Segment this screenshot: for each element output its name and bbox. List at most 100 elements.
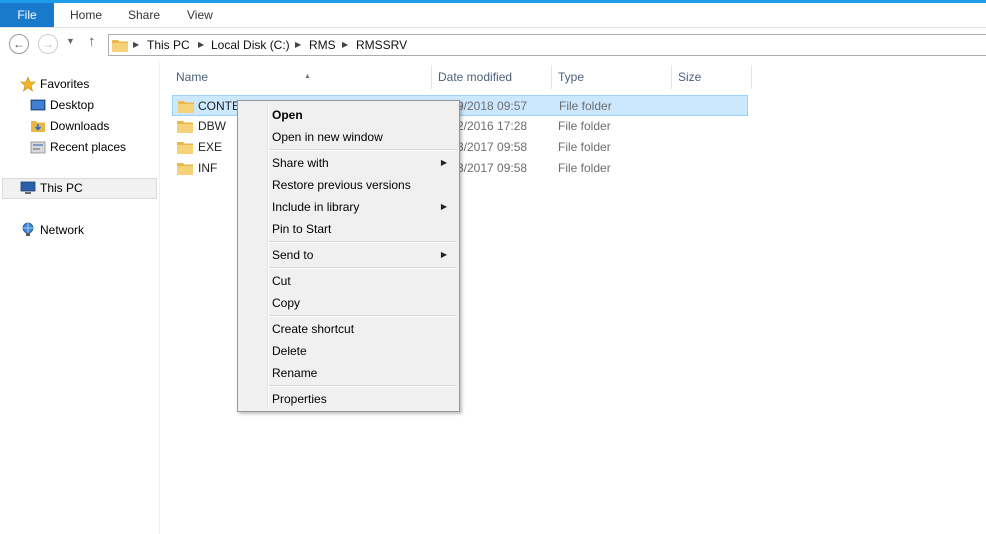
- arrow-up-icon: ↑: [88, 33, 96, 50]
- recent-places-icon: [30, 141, 46, 154]
- menu-item-label: Rename: [272, 366, 318, 380]
- tab-view[interactable]: View: [175, 3, 225, 27]
- column-header-size[interactable]: Size: [672, 65, 752, 89]
- folder-icon: [177, 121, 193, 133]
- file-name: CONTE: [198, 99, 240, 113]
- menu-item-pin-to-start[interactable]: Pin to Start: [240, 218, 457, 240]
- network-icon: [22, 222, 34, 236]
- menu-item-rename[interactable]: Rename: [240, 362, 457, 384]
- nav-downloads[interactable]: Downloads: [30, 116, 150, 136]
- menu-item-label: Include in library: [272, 200, 360, 214]
- tab-home[interactable]: Home: [58, 3, 114, 27]
- folder-icon: [177, 163, 193, 175]
- column-header-size-label: Size: [678, 70, 702, 84]
- file-date-modified: 9/2018 09:57: [457, 99, 528, 113]
- breadcrumb-rmssrv[interactable]: RMSSRV: [356, 35, 407, 55]
- breadcrumb-local-disk[interactable]: Local Disk (C:): [211, 35, 290, 55]
- menu-item-label: Open: [272, 108, 303, 122]
- context-menu: Open Open in new window Share with ▶ Res…: [237, 100, 460, 412]
- column-header-name[interactable]: Name ▲: [170, 65, 432, 89]
- arrow-right-icon: →: [42, 37, 54, 51]
- menu-separator: [269, 385, 457, 387]
- star-icon: [20, 76, 36, 92]
- folder-icon: [177, 142, 193, 154]
- submenu-arrow-icon: ▶: [440, 158, 447, 167]
- breadcrumb-separator-icon[interactable]: ▶: [295, 35, 301, 55]
- submenu-arrow-icon: ▶: [440, 202, 447, 211]
- menu-item-share-with[interactable]: Share with ▶: [240, 152, 457, 174]
- navigation-bar: ← → ▼ ↑ ▶ This PC ▶ Local Disk (C:) ▶ RM…: [0, 28, 986, 62]
- file-name: INF: [198, 161, 218, 175]
- back-button[interactable]: ←: [9, 34, 29, 54]
- column-header-name-label: Name: [176, 70, 209, 84]
- menu-item-copy[interactable]: Copy: [240, 292, 457, 314]
- nav-network[interactable]: Network: [20, 220, 150, 240]
- downloads-icon: [31, 121, 45, 132]
- menu-item-open-in-new-window[interactable]: Open in new window: [240, 126, 457, 148]
- file-type: File folder: [558, 119, 611, 133]
- file-date-modified: 2/2016 17:28: [457, 119, 528, 133]
- file-name: DBW: [198, 119, 226, 133]
- nav-this-pc[interactable]: This PC: [20, 178, 150, 198]
- breadcrumb-separator-icon[interactable]: ▶: [133, 35, 139, 55]
- menu-item-label: Cut: [272, 274, 291, 288]
- file-name: EXE: [198, 140, 223, 154]
- menu-item-send-to[interactable]: Send to ▶: [240, 244, 457, 266]
- nav-desktop[interactable]: Desktop: [30, 95, 150, 115]
- address-bar[interactable]: ▶ This PC ▶ Local Disk (C:) ▶ RMS ▶ RMSS…: [108, 34, 986, 56]
- menu-item-restore-previous-versions[interactable]: Restore previous versions: [240, 174, 457, 196]
- column-header-date-label: Date modified: [438, 70, 513, 84]
- file-type: File folder: [558, 161, 611, 175]
- menu-item-label: Properties: [272, 392, 327, 406]
- folder-icon: [178, 101, 194, 113]
- menu-item-label: Create shortcut: [272, 322, 355, 336]
- menu-item-label: Pin to Start: [272, 222, 332, 236]
- forward-button[interactable]: →: [38, 34, 58, 54]
- file-date-modified: 3/2017 09:58: [457, 161, 528, 175]
- submenu-arrow-icon: ▶: [440, 250, 447, 259]
- file-type: File folder: [559, 99, 612, 113]
- chevron-down-icon: ▼: [66, 36, 75, 46]
- menu-item-include-in-library[interactable]: Include in library ▶: [240, 196, 457, 218]
- nav-favorites-label: Favorites: [40, 77, 90, 91]
- menu-item-label: Delete: [272, 344, 307, 358]
- menu-item-properties[interactable]: Properties: [240, 388, 457, 410]
- breadcrumb-separator-icon[interactable]: ▶: [198, 35, 204, 55]
- file-type: File folder: [558, 140, 611, 154]
- menu-item-label: Open in new window: [272, 130, 383, 144]
- nav-favorites[interactable]: Favorites: [20, 74, 150, 94]
- nav-network-label: Network: [40, 223, 85, 237]
- computer-icon: [20, 181, 36, 194]
- recent-locations-button[interactable]: ▼: [66, 36, 75, 46]
- nav-recent-places[interactable]: Recent places: [30, 137, 155, 157]
- menu-item-cut[interactable]: Cut: [240, 270, 457, 292]
- tab-file[interactable]: File: [0, 3, 54, 27]
- tab-share[interactable]: Share: [116, 3, 172, 27]
- column-header-type-label: Type: [558, 70, 585, 84]
- folder-icon: [112, 40, 128, 52]
- menu-item-delete[interactable]: Delete: [240, 340, 457, 362]
- arrow-left-icon: ←: [13, 37, 25, 51]
- nav-recent-places-label: Recent places: [50, 140, 127, 154]
- ribbon-tab-bar: File Home Share View: [0, 3, 986, 28]
- column-header-type[interactable]: Type: [552, 65, 672, 89]
- menu-item-create-shortcut[interactable]: Create shortcut: [240, 318, 457, 340]
- nav-this-pc-label: This PC: [40, 181, 83, 195]
- nav-desktop-label: Desktop: [50, 98, 95, 112]
- menu-separator: [269, 267, 457, 269]
- menu-item-label: Restore previous versions: [272, 178, 411, 192]
- menu-separator: [269, 315, 457, 317]
- desktop-icon: [30, 99, 46, 111]
- menu-separator: [269, 149, 457, 151]
- breadcrumb-this-pc[interactable]: This PC: [147, 35, 190, 55]
- up-button[interactable]: ↑: [88, 33, 96, 50]
- menu-item-open[interactable]: Open: [240, 104, 457, 126]
- menu-item-label: Copy: [272, 296, 301, 310]
- breadcrumb-rms[interactable]: RMS: [309, 35, 336, 55]
- navigation-pane: Favorites Desktop Downloads Recent place…: [0, 62, 160, 534]
- menu-item-label: Send to: [272, 248, 314, 262]
- file-date-modified: 3/2017 09:58: [457, 140, 528, 154]
- column-header-date-modified[interactable]: Date modified: [432, 65, 552, 89]
- breadcrumb-separator-icon[interactable]: ▶: [342, 35, 348, 55]
- sort-ascending-icon: ▲: [304, 73, 311, 80]
